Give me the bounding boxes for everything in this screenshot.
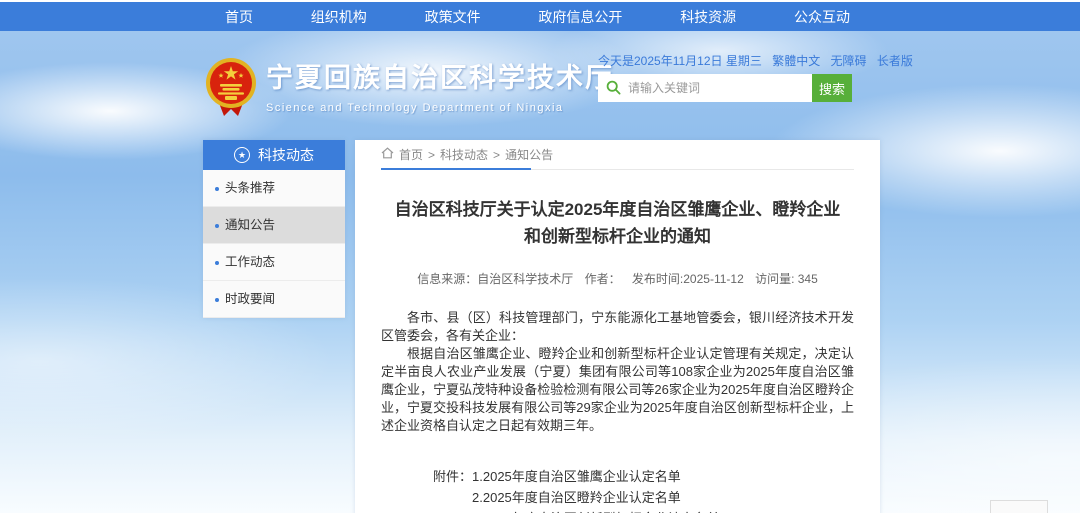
sidebar: ★ 科技动态 头条推荐 通知公告 工作动态 时政要闻: [203, 140, 345, 318]
main-panel: 首页 > 科技动态 > 通知公告 自治区科技厅关于认定2025年度自治区雏鹰企业…: [355, 140, 880, 513]
star-circle-icon: ★: [234, 147, 250, 163]
article-title: 自治区科技厅关于认定2025年度自治区雏鹰企业、瞪羚企业 和创新型标杆企业的通知: [381, 196, 854, 250]
breadcrumb-separator: >: [428, 148, 435, 162]
search-button[interactable]: 搜索: [812, 74, 852, 102]
link-elder-version[interactable]: 长者版: [877, 54, 913, 68]
nav-item-organization[interactable]: 组织机构: [311, 7, 367, 27]
nav-item-home[interactable]: 首页: [225, 7, 253, 27]
article-body: 各市、县（区）科技管理部门，宁东能源化工基地管委会，银川经济技术开发区管委会，各…: [381, 309, 854, 435]
meta-author: 作者：: [585, 272, 621, 286]
sidebar-item-work-updates[interactable]: 工作动态: [203, 244, 345, 281]
sidebar-title: 科技动态: [258, 145, 314, 165]
nav-item-policy-documents[interactable]: 政策文件: [425, 7, 481, 27]
today-date: 今天是2025年11月12日 星期三: [598, 54, 762, 68]
site-banner: 宁夏回族自治区科学技术厅 Science and Technology Depa…: [0, 31, 1080, 140]
national-emblem-logo: [203, 57, 259, 117]
article-title-line2: 和创新型标杆企业的通知: [381, 223, 854, 250]
nav-item-tech-resources[interactable]: 科技资源: [680, 7, 736, 27]
article-paragraph: 各市、县（区）科技管理部门，宁东能源化工基地管委会，银川经济技术开发区管委会，各…: [381, 309, 854, 345]
site-title: 宁夏回族自治区科学技术厅: [266, 56, 614, 95]
sidebar-item-notices[interactable]: 通知公告: [203, 207, 345, 244]
breadcrumb-notices[interactable]: 通知公告: [505, 146, 553, 163]
link-traditional-chinese[interactable]: 繁體中文: [772, 54, 820, 68]
meta-source: 信息来源：自治区科学技术厅: [417, 272, 573, 286]
attachments-block: 附件： 1.2025年度自治区雏鹰企业认定名单 2.2025年度自治区瞪羚企业认…: [433, 467, 854, 513]
meta-views: 访问量: 345: [755, 272, 818, 286]
sidebar-item-political-news[interactable]: 时政要闻: [203, 281, 345, 318]
search-bar: 搜索: [598, 74, 852, 102]
top-utilities: 今天是2025年11月12日 星期三 繁體中文 无障碍 长者版: [598, 52, 878, 69]
breadcrumb: 首页 > 科技动态 > 通知公告: [381, 140, 854, 170]
site-subtitle: Science and Technology Department of Nin…: [266, 102, 614, 114]
nav-item-gov-info-disclosure[interactable]: 政府信息公开: [538, 7, 622, 27]
article-meta: 信息来源：自治区科学技术厅 作者： 发布时间:2025-11-12 访问量: 3…: [381, 270, 854, 287]
search-icon: [606, 80, 621, 100]
sidebar-item-headline-recommend[interactable]: 头条推荐: [203, 170, 345, 207]
attachment-link-1[interactable]: 1.2025年度自治区雏鹰企业认定名单: [472, 467, 720, 487]
meta-publish-time: 发布时间:2025-11-12: [632, 272, 744, 286]
article-paragraph: 根据自治区雏鹰企业、瞪羚企业和创新型标杆企业认定管理有关规定，决定认定半亩良人农…: [381, 345, 854, 435]
article-title-line1: 自治区科技厅关于认定2025年度自治区雏鹰企业、瞪羚企业: [381, 196, 854, 223]
search-input[interactable]: [598, 74, 812, 102]
attachment-link-3[interactable]: 3.2025年度自治区创新型标杆企业认定名单: [472, 509, 720, 513]
link-accessibility[interactable]: 无障碍: [831, 54, 867, 68]
page: 首页 组织机构 政策文件 政府信息公开 科技资源 公众互动: [0, 0, 1080, 513]
home-icon: [381, 147, 394, 162]
breadcrumb-separator: >: [493, 148, 500, 162]
attachment-link-2[interactable]: 2.2025年度自治区瞪羚企业认定名单: [472, 488, 720, 508]
breadcrumb-home[interactable]: 首页: [399, 146, 423, 163]
top-navigation-bar: 首页 组织机构 政策文件 政府信息公开 科技资源 公众互动: [0, 2, 1080, 31]
attachments-label: 附件：: [433, 467, 472, 513]
sidebar-header: ★ 科技动态: [203, 140, 345, 170]
back-to-top-button[interactable]: [990, 500, 1048, 513]
breadcrumb-tech-news[interactable]: 科技动态: [440, 146, 488, 163]
nav-item-public-interaction[interactable]: 公众互动: [794, 7, 850, 27]
